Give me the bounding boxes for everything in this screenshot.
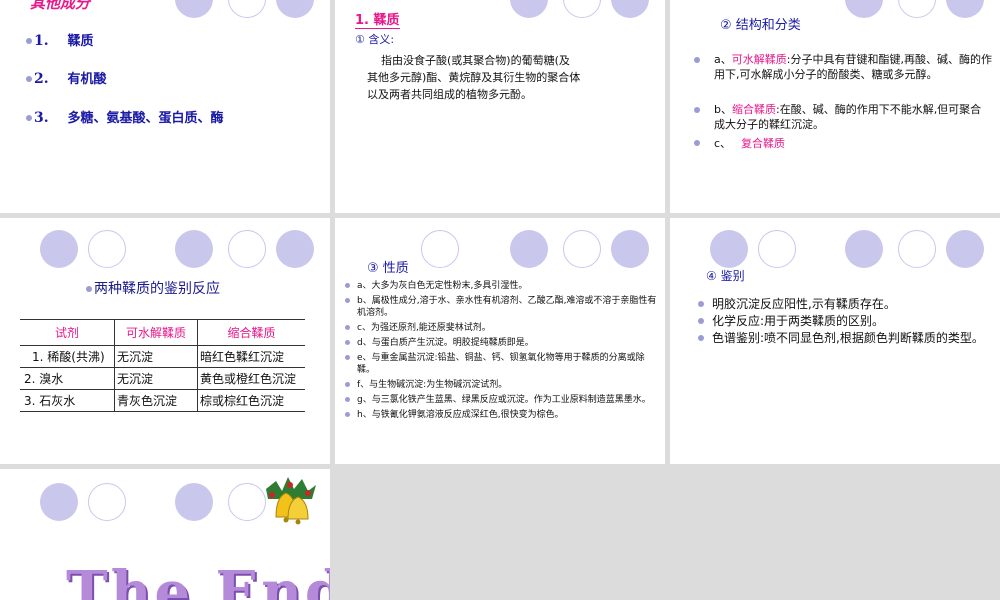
list-item: 2. 有机酸 (26, 68, 107, 87)
slide-structure-classification[interactable]: ② 结构和分类 a、可水解鞣质:分子中具有苷键和酯键,再酸、碱、酶的作用下,可水… (670, 0, 1000, 213)
table-row: 3. 石灰水 青灰色沉淀 棕或棕红色沉淀 (20, 389, 305, 412)
decor-circle (88, 483, 126, 521)
slide-properties[interactable]: ③ 性质 a、大多为灰白色无定性粉末,多具引湿性。 b、属极性成分,溶于水、亲水… (335, 218, 665, 464)
decor-circle (845, 230, 883, 268)
bullet-icon (345, 325, 350, 330)
decor-circle (510, 230, 548, 268)
definition-text: 指由没食子酸(或其聚合物)的葡萄糖(及 (381, 54, 570, 67)
bullet-icon (345, 382, 350, 387)
table-title: 两种鞣质的鉴别反应 (86, 278, 220, 298)
decor-circle (175, 0, 213, 18)
list-item: 化学反应:用于两类鞣质的区别。 (696, 313, 986, 330)
list-item: f、与生物碱沉淀:为生物碱沉淀试剂。 (343, 379, 659, 391)
decor-circle (563, 0, 601, 18)
bullet-icon (694, 107, 700, 113)
decor-circle (946, 0, 984, 18)
list-item: c、为强还原剂,能还原斐林试剂。 (343, 322, 659, 334)
decor-circle (421, 230, 459, 268)
end-title: The End (66, 559, 330, 600)
table-row: 1. 稀酸(共沸) 无沉淀 暗红色鞣红沉淀 (20, 345, 305, 368)
sub-heading: ① 含义: (355, 33, 395, 46)
table-header: 缩合鞣质 (227, 326, 276, 340)
decor-circle (845, 0, 883, 18)
bullet-icon (345, 283, 350, 288)
list-item: d、与蛋白质产生沉淀。明胶提纯鞣质即是。 (343, 337, 659, 349)
bullet-icon (345, 298, 350, 303)
list-item: e、与重金属盐沉淀:铅盐、铜盐、钙、钡氢氧化物等用于鞣质的分离或除鞣。 (343, 352, 659, 376)
decor-circle (611, 230, 649, 268)
definition-text: 以及两者共同组成的植物多元酚。 (367, 88, 532, 101)
decor-circle (946, 230, 984, 268)
decor-circle (898, 0, 936, 18)
decor-circle (228, 230, 266, 268)
classification-item-c: c、 复合鞣质 (714, 137, 786, 150)
bullet-icon (694, 140, 700, 146)
bullet-icon (345, 340, 350, 345)
decor-circle (88, 230, 126, 268)
list-item: g、与三氯化铁产生蓝黑、绿黑反应或沉淀。作为工业原料制造蓝黑墨水。 (343, 394, 659, 406)
list-item: b、属极性成分,溶于水、亲水性有机溶剂、乙酸乙酯,难溶或不溶于亲脂性有机溶剂。 (343, 295, 659, 319)
slide-other-components[interactable]: 其他成分 1. 鞣质 2. 有机酸 3. 多糖、氨基酸、蛋白质、酶 (0, 0, 330, 213)
table-header: 可水解鞣质 (114, 319, 198, 346)
bullet-icon (698, 301, 704, 307)
bullet-icon (26, 76, 32, 82)
bullet-icon (694, 57, 700, 63)
decor-circle (276, 0, 314, 18)
reaction-table: 试剂 可水解鞣质 缩合鞣质 1. 稀酸(共沸) 无沉淀 暗红色鞣红沉淀 2. 溴… (20, 319, 305, 412)
decor-circle (563, 230, 601, 268)
table-row: 2. 溴水 无沉淀 黄色或橙红色沉淀 (20, 367, 305, 390)
decor-circle (276, 230, 314, 268)
slide-tannin-definition[interactable]: 1. 鞣质 ① 含义: 指由没食子酸(或其聚合物)的葡萄糖(及 其他多元醇)酯、… (335, 0, 665, 213)
decor-circle (40, 230, 78, 268)
slide-identification[interactable]: ④ 鉴别 明胶沉淀反应阳性,示有鞣质存在。 化学反应:用于两类鞣质的区别。 色谱… (670, 218, 1000, 464)
decor-circle (175, 483, 213, 521)
section-heading: ② 结构和分类 (720, 18, 801, 33)
bullet-icon (698, 318, 704, 324)
bullet-icon (698, 335, 704, 341)
decor-circle (758, 230, 796, 268)
bell-icon (266, 477, 316, 525)
section-heading: ④ 鉴别 (706, 269, 745, 283)
list-item: a、大多为灰白色无定性粉末,多具引湿性。 (343, 280, 659, 292)
bullet-icon (345, 397, 350, 402)
properties-list: a、大多为灰白色无定性粉末,多具引湿性。 b、属极性成分,溶于水、亲水性有机溶剂… (343, 280, 659, 424)
bullet-icon (26, 38, 32, 44)
identification-list: 明胶沉淀反应阳性,示有鞣质存在。 化学反应:用于两类鞣质的区别。 色谱鉴别:喷不… (696, 296, 986, 347)
bullet-icon (86, 286, 92, 292)
decor-circle (710, 230, 748, 268)
table-header: 试剂 (20, 319, 115, 346)
list-item: 1. 鞣质 (26, 30, 94, 49)
section-heading: 1. 鞣质 (355, 9, 400, 29)
list-item: 3. 多糖、氨基酸、蛋白质、酶 (26, 107, 224, 126)
decor-circle (611, 0, 649, 18)
bullet-icon (345, 355, 350, 360)
slide-identification-table[interactable]: 两种鞣质的鉴别反应 试剂 可水解鞣质 缩合鞣质 1. 稀酸(共沸) 无沉淀 暗红… (0, 218, 330, 464)
definition-text: 其他多元醇)酯、黄烷醇及其衍生物的聚合体 (367, 71, 581, 84)
decor-circle (898, 230, 936, 268)
section-heading: ③ 性质 (367, 261, 409, 276)
classification-item-b: b、缩合鞣质:在酸、碱、酶的作用下不能水解,但可聚合成大分子的鞣红沉淀。 (714, 103, 982, 131)
slide-the-end[interactable]: The End (0, 469, 330, 600)
decor-circle (228, 0, 266, 18)
classification-item-a: a、可水解鞣质:分子中具有苷键和酯键,再酸、碱、酶的作用下,可水解成小分子的酚酸… (714, 53, 992, 81)
list-item: 明胶沉淀反应阳性,示有鞣质存在。 (696, 296, 986, 313)
decor-circle (510, 0, 548, 18)
decor-circle (40, 483, 78, 521)
bullet-icon (345, 412, 350, 417)
list-item: h、与铁氰化钾氨溶液反应成深红色,很快变为棕色。 (343, 409, 659, 421)
list-item: 色谱鉴别:喷不同显色剂,根据颜色判断鞣质的类型。 (696, 330, 986, 347)
slide-title: 其他成分 (30, 0, 91, 12)
decor-circle (175, 230, 213, 268)
bullet-icon (26, 115, 32, 121)
